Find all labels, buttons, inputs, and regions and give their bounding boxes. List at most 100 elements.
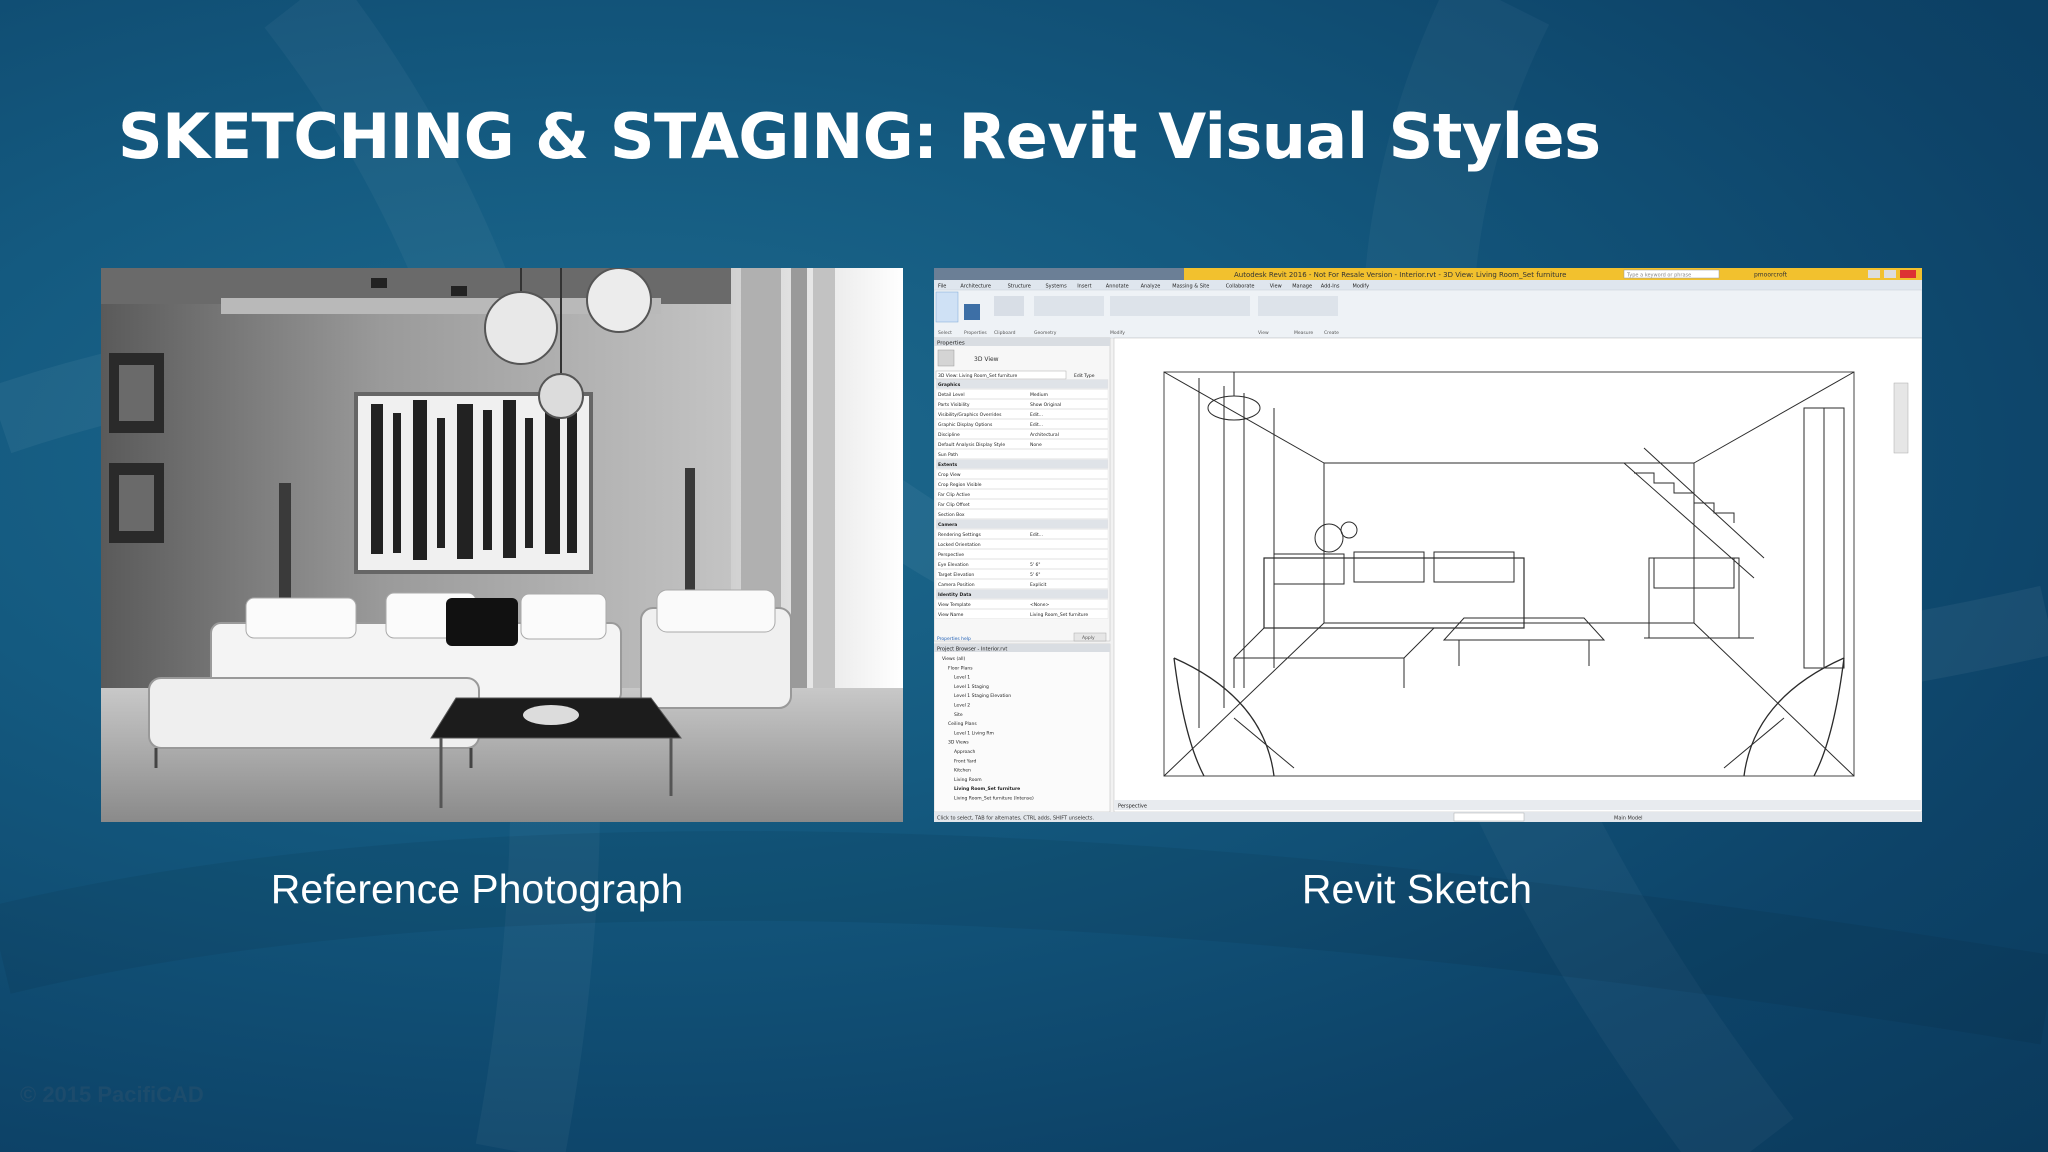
ribbon-tab-10[interactable]: Manage (1292, 284, 1312, 290)
properties-icon (964, 304, 980, 320)
apply-label: Apply (1082, 635, 1095, 641)
property-row (935, 459, 1109, 469)
property-name[interactable]: View Template (938, 602, 971, 608)
browser-item-15[interactable]: Living Room_Set furniture (Intense) (954, 796, 1034, 802)
property-name[interactable]: Crop Region Visible (938, 482, 982, 488)
property-value[interactable]: 5' 6" (1030, 572, 1040, 578)
properties-help-link: Properties help (937, 636, 971, 642)
property-value[interactable]: Living Room_Set furniture (1030, 612, 1088, 618)
browser-item-5[interactable]: Level 2 (954, 703, 970, 709)
property-value[interactable]: 5' 6" (1030, 562, 1040, 568)
property-value[interactable]: Edit... (1030, 412, 1043, 418)
property-name[interactable]: Graphic Display Options (938, 422, 993, 428)
property-name[interactable]: Parts Visibility (938, 402, 970, 408)
property-name[interactable]: Eye Elevation (938, 562, 969, 568)
drawing-area (1113, 337, 1922, 813)
property-name[interactable]: Extents (938, 462, 958, 468)
property-value[interactable]: None (1030, 442, 1042, 448)
property-value[interactable]: <None> (1030, 602, 1050, 608)
ribbon-tab-2[interactable]: Structure (1008, 284, 1031, 290)
property-row (935, 519, 1109, 529)
property-value[interactable]: Architectural (1030, 432, 1059, 438)
ribbon-tab-11[interactable]: Add-Ins (1321, 284, 1340, 290)
status-bar-text: Click to select, TAB for alternates, CTR… (937, 816, 1094, 822)
ribbon-tab-1[interactable]: Architecture (960, 284, 991, 290)
browser-item-1[interactable]: Floor Plans (948, 665, 973, 671)
property-value[interactable]: Edit... (1030, 422, 1043, 428)
browser-item-12[interactable]: Kitchen (954, 768, 971, 774)
ribbon-tab-9[interactable]: View (1270, 284, 1282, 290)
view-scale: Perspective (1118, 804, 1147, 810)
ribbon-group-6[interactable]: Measure (1294, 330, 1313, 336)
living-room-photo (101, 268, 903, 822)
property-name[interactable]: Locked Orientation (938, 542, 981, 548)
browser-item-14[interactable]: Living Room_Set furniture (954, 786, 1020, 792)
ribbon-group-2[interactable]: Clipboard (994, 330, 1016, 336)
property-name[interactable]: Perspective (938, 552, 964, 558)
property-name[interactable]: Rendering Settings (938, 532, 982, 538)
browser-item-2[interactable]: Level 1 (954, 675, 970, 681)
ribbon-tab-8[interactable]: Collaborate (1226, 284, 1255, 290)
property-name[interactable]: Target Elevation (937, 572, 974, 578)
modify-icons (1110, 296, 1250, 316)
ribbon-tab-3[interactable]: Systems (1046, 284, 1068, 290)
browser-item-11[interactable]: Front Yard (954, 758, 976, 764)
property-value[interactable]: Edit... (1030, 532, 1043, 538)
minimize-icon (1868, 270, 1880, 278)
close-icon (1900, 270, 1916, 278)
browser-item-10[interactable]: Approach (954, 749, 976, 755)
ribbon-tab-12[interactable]: Modify (1353, 284, 1370, 290)
ribbon-tab-0[interactable]: File (938, 284, 946, 290)
browser-item-6[interactable]: Site (954, 712, 963, 718)
browser-item-7[interactable]: Ceiling Plans (948, 721, 977, 727)
property-name[interactable]: Camera (938, 522, 957, 528)
property-name[interactable]: Identity Data (938, 592, 971, 598)
ribbon-group-7[interactable]: Create (1324, 330, 1339, 336)
ribbon-group-1[interactable]: Properties (964, 330, 987, 336)
browser-item-13[interactable]: Living Room (954, 777, 982, 783)
property-row (935, 379, 1109, 389)
browser-item-8[interactable]: Level 1 Living Rm (954, 730, 994, 736)
property-row (935, 469, 1109, 479)
property-name[interactable]: Discipline (938, 432, 960, 438)
ribbon-group-3[interactable]: Geometry (1034, 330, 1057, 336)
revit-window: Autodesk Revit 2016 - Not For Resale Ver… (934, 268, 1922, 822)
revit-ui: Autodesk Revit 2016 - Not For Resale Ver… (934, 268, 1922, 822)
property-value[interactable]: Show Original (1030, 402, 1061, 408)
reference-photograph (101, 268, 903, 822)
model-name: Main Model (1614, 816, 1643, 822)
view-selector-label: 3D View: Living Room_Set furniture (938, 373, 1018, 379)
property-name[interactable]: Graphics (938, 382, 961, 388)
property-name[interactable]: Sun Path (938, 452, 958, 458)
property-row (935, 429, 1109, 439)
properties-type: 3D View (974, 356, 999, 363)
ribbon-tab-6[interactable]: Analyze (1141, 284, 1161, 290)
property-name[interactable]: Camera Position (938, 582, 975, 588)
property-name[interactable]: Default Analysis Display Style (938, 442, 1005, 448)
property-name[interactable]: View Name (938, 612, 964, 618)
project-browser-title: Project Browser - Interior.rvt (937, 647, 1007, 653)
property-name[interactable]: Far Clip Offset (938, 502, 970, 508)
ribbon-tab-7[interactable]: Massing & Site (1172, 284, 1209, 290)
property-name[interactable]: Far Clip Active (938, 492, 970, 498)
property-name[interactable]: Section Box (938, 512, 965, 518)
property-name[interactable]: Crop View (938, 472, 961, 478)
ribbon-tab-4[interactable]: Insert (1077, 284, 1091, 290)
property-name[interactable]: Visibility/Graphics Overrides (938, 412, 1002, 418)
browser-item-4[interactable]: Level 1 Staging Elevation (954, 693, 1011, 699)
browser-item-9[interactable]: 3D Views (948, 740, 969, 746)
property-value[interactable]: Explicit (1030, 582, 1047, 588)
slide-title: SKETCHING & STAGING: Revit Visual Styles (118, 100, 1601, 173)
browser-item-3[interactable]: Level 1 Staging (954, 684, 989, 690)
browser-item-0[interactable]: Views (all) (942, 656, 965, 662)
revit-window-title: Autodesk Revit 2016 - Not For Resale Ver… (1234, 271, 1566, 279)
property-name[interactable]: Detail Level (938, 392, 965, 398)
ribbon-tab-5[interactable]: Annotate (1106, 284, 1129, 290)
property-value[interactable]: Medium (1030, 392, 1048, 398)
caption-reference-photograph: Reference Photograph (270, 866, 684, 912)
ribbon-group-0[interactable]: Select (938, 330, 952, 336)
workset-dropdown (1453, 812, 1525, 822)
caption-revit-sketch: Revit Sketch (1301, 866, 1533, 912)
ribbon-group-5[interactable]: View (1258, 330, 1269, 336)
ribbon-group-4[interactable]: Modify (1110, 330, 1125, 336)
